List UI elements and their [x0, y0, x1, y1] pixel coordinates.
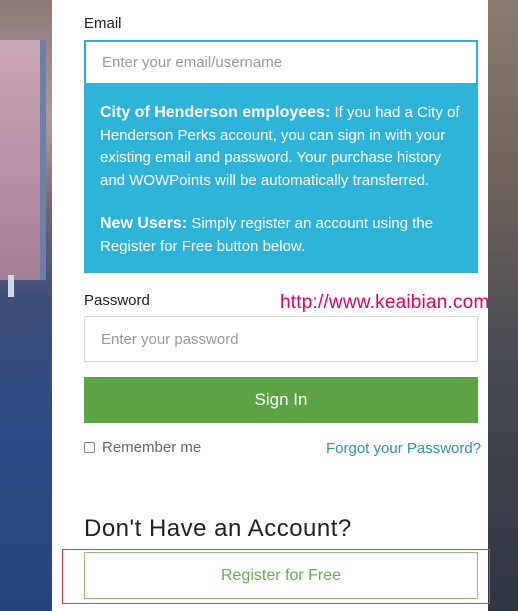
remember-me-checkbox[interactable] [84, 442, 95, 453]
password-placeholder: Enter your password [101, 330, 239, 348]
email-label: Email [84, 15, 122, 32]
sign-in-button[interactable]: Sign In [84, 377, 478, 423]
employees-heading: City of Henderson employees: [100, 104, 331, 121]
password-label: Password [84, 292, 150, 309]
watermark-text: http://www.keaibian.com [280, 292, 490, 313]
info-box: City of Henderson employees: If you had … [84, 85, 478, 273]
background-pocket-detail [8, 275, 14, 297]
email-placeholder: Enter your email/username [102, 54, 283, 71]
background-photo-right [488, 0, 518, 611]
remember-me: Remember me [84, 439, 201, 456]
email-field[interactable]: Enter your email/username [84, 40, 478, 85]
forgot-password-link[interactable]: Forgot your Password? [326, 440, 481, 457]
register-heading: Don't Have an Account? [84, 515, 352, 542]
remember-me-label[interactable]: Remember me [102, 439, 201, 456]
new-users-note: New Users: Simply register an account us… [100, 213, 462, 258]
background-shirt [0, 40, 46, 280]
employees-note: City of Henderson employees: If you had … [100, 102, 462, 192]
background-photo-left [0, 0, 52, 611]
register-button[interactable]: Register for Free [84, 552, 478, 599]
password-field[interactable]: Enter your password [84, 316, 478, 362]
new-users-heading: New Users: [100, 215, 188, 232]
